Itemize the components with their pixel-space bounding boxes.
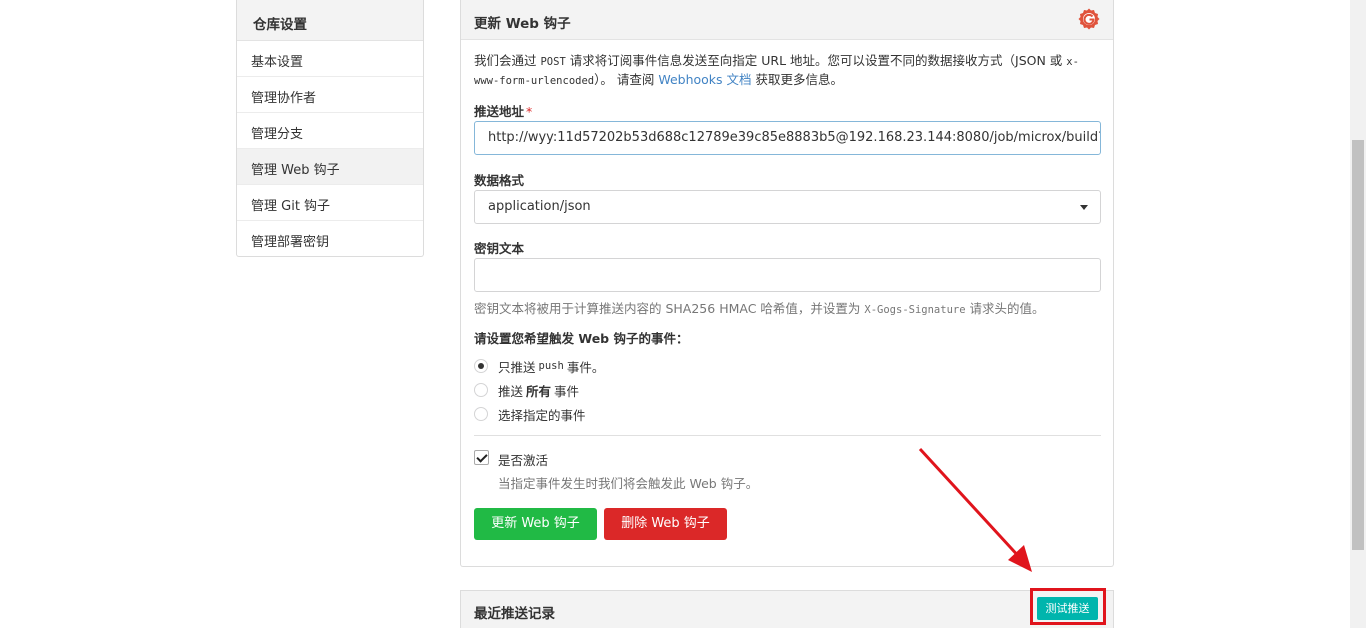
divider bbox=[474, 435, 1101, 436]
secret-help: 密钥文本将被用于计算推送内容的 SHA256 HMAC 哈希值，并设置为 X-G… bbox=[474, 298, 1045, 317]
webhooks-docs-link[interactable]: Webhooks 文档 bbox=[658, 72, 751, 87]
active-help: 当指定事件发生时我们将会触发此 Web 钩子。 bbox=[498, 476, 759, 491]
sidebar-item-deploy-keys[interactable]: 管理部署密钥 bbox=[237, 221, 423, 257]
desc-text: ）。 请查阅 bbox=[594, 72, 659, 87]
secret-help-text: 密钥文本将被用于计算推送内容的 SHA256 HMAC 哈希值，并设置为 bbox=[474, 301, 865, 316]
sidebar-item-webhooks[interactable]: 管理 Web 钩子 bbox=[237, 149, 423, 185]
event-push-code: push bbox=[538, 360, 564, 372]
active-label: 是否激活 bbox=[498, 453, 549, 468]
event-all-bold: 所有 bbox=[526, 383, 552, 399]
scrollbar-thumb[interactable] bbox=[1352, 140, 1364, 550]
events-label: 请设置您希望触发 Web 钩子的事件： bbox=[474, 331, 689, 346]
update-webhook-button[interactable]: 更新 Web 钩子 bbox=[474, 508, 597, 540]
sidebar-title: 仓库设置 bbox=[237, 0, 423, 41]
event-all-post: 事件 bbox=[554, 383, 580, 399]
recent-deliveries-panel: 最近推送记录 bbox=[460, 590, 1114, 628]
webhook-description: 我们会通过 POST 请求将订阅事件信息发送至向指定 URL 地址。您可以设置不… bbox=[474, 52, 1094, 90]
sidebar-item-collaborators[interactable]: 管理协作者 bbox=[237, 77, 423, 113]
sidebar-item-branches[interactable]: 管理分支 bbox=[237, 113, 423, 149]
event-choose-label: 选择指定的事件 bbox=[498, 407, 586, 423]
radio-unchecked[interactable] bbox=[474, 407, 488, 421]
panel-header: 更新 Web 钩子 bbox=[461, 0, 1113, 40]
radio-checked[interactable] bbox=[474, 359, 488, 373]
recent-deliveries-title: 最近推送记录 bbox=[474, 606, 555, 622]
payload-url-label-text: 推送地址 bbox=[474, 104, 525, 119]
content-type-value: application/json bbox=[488, 199, 591, 214]
gogs-logo-icon bbox=[1078, 8, 1100, 30]
desc-text: 请求将订阅事件信息发送至向指定 URL 地址。您可以设置不同的数据接收方式（JS… bbox=[565, 53, 1067, 68]
active-checkbox[interactable] bbox=[474, 450, 489, 465]
secret-help-text: 请求头的值。 bbox=[965, 301, 1045, 316]
radio-unchecked[interactable] bbox=[474, 383, 488, 397]
sidebar-item-options[interactable]: 基本设置 bbox=[237, 41, 423, 77]
secret-label: 密钥文本 bbox=[474, 241, 525, 256]
secret-help-header: X-Gogs-Signature bbox=[864, 304, 966, 316]
event-push-post: 事件。 bbox=[566, 359, 605, 375]
delete-webhook-button[interactable]: 删除 Web 钩子 bbox=[604, 508, 727, 540]
desc-text: 获取更多信息。 bbox=[751, 72, 843, 87]
payload-url-label: 推送地址 * bbox=[474, 101, 532, 120]
secret-input[interactable] bbox=[474, 258, 1101, 292]
update-webhook-panel: 更新 Web 钩子 我们会通过 POST 请求将订阅事件信息发送至向指定 URL… bbox=[460, 0, 1114, 567]
event-option-choose[interactable]: 选择指定的事件 bbox=[474, 405, 586, 423]
payload-url-input[interactable]: http://wyy:11d57202b53d688c12789e39c85e8… bbox=[474, 121, 1101, 155]
required-mark: * bbox=[526, 104, 533, 119]
content-type-label: 数据格式 bbox=[474, 173, 525, 188]
sidebar-item-git-hooks[interactable]: 管理 Git 钩子 bbox=[237, 185, 423, 221]
event-option-push-only[interactable]: 只推送 push 事件。 bbox=[474, 357, 604, 375]
settings-sidebar: 仓库设置 基本设置 管理协作者 管理分支 管理 Web 钩子 管理 Git 钩子… bbox=[236, 0, 424, 257]
annotation-highlight-box bbox=[1030, 588, 1106, 625]
desc-method: POST bbox=[540, 56, 566, 68]
event-all-pre: 推送 bbox=[498, 383, 524, 399]
content-type-select[interactable]: application/json bbox=[474, 190, 1101, 224]
dropdown-caret-icon bbox=[1080, 205, 1088, 210]
panel-title: 更新 Web 钩子 bbox=[474, 16, 571, 32]
event-option-all[interactable]: 推送 所有 事件 bbox=[474, 381, 579, 399]
event-push-pre: 只推送 bbox=[498, 359, 536, 375]
page-scrollbar[interactable] bbox=[1350, 0, 1366, 628]
desc-text: 我们会通过 bbox=[474, 53, 541, 68]
